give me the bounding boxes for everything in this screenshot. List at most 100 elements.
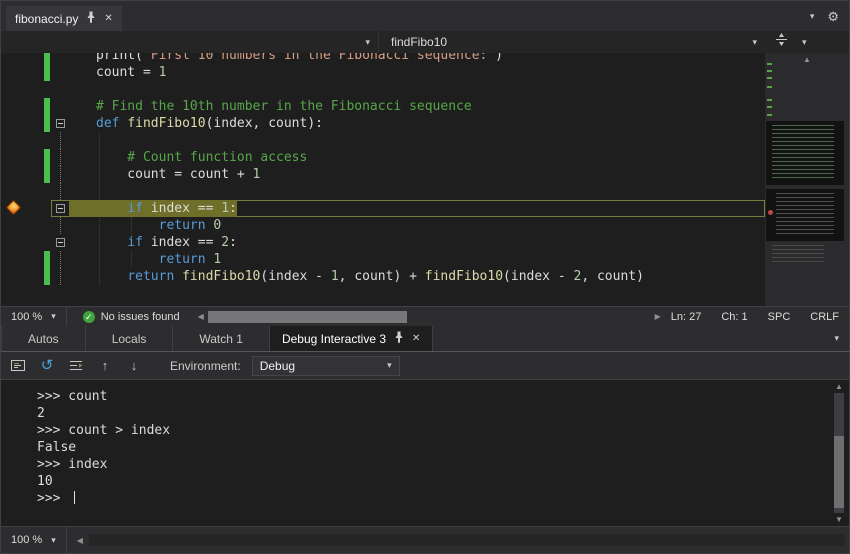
console-prompt-line[interactable]: >>> [37,490,829,507]
panel-zoom-dropdown[interactable]: 100 % ▾ [1,527,67,553]
breakpoint-margin[interactable] [1,183,43,200]
history-icon[interactable] [67,357,85,375]
member-dropdown[interactable]: findFibo10 ▾ [379,31,765,53]
breakpoint-margin[interactable] [1,132,43,149]
outlining-margin[interactable] [53,98,69,115]
reset-repl-icon[interactable]: ↺ [38,357,56,375]
close-tab-icon[interactable]: ✕ [412,334,420,344]
collapse-region-icon[interactable] [56,238,65,247]
code-text[interactable]: return 0 [69,217,765,234]
scroll-right-icon[interactable]: ▶ [651,312,665,321]
chevron-down-icon[interactable]: ▾ [802,37,807,48]
breakpoint-margin[interactable] [1,64,43,81]
scroll-down-icon[interactable]: ▼ [831,515,847,524]
code-text[interactable] [69,183,765,200]
outlining-margin[interactable] [53,81,69,98]
code-viewport[interactable]: print("First 10 numbers in the Fibonacci… [1,53,765,306]
code-text[interactable]: if index == 1: [69,200,765,217]
code-text[interactable]: if index == 2: [69,234,765,251]
code-text[interactable]: count = count + 1 [69,166,765,183]
code-text[interactable] [69,132,765,149]
code-line[interactable]: def findFibo10(index, count): [1,115,765,132]
code-text[interactable]: return 1 [69,251,765,268]
issues-indicator[interactable]: ✓ No issues found [83,311,180,323]
breakpoint-margin[interactable] [1,200,43,217]
split-editor-icon[interactable] [775,33,788,51]
collapse-region-icon[interactable] [56,119,65,128]
vertical-scrollbar[interactable]: ▲ ▼ [832,382,846,524]
scroll-up-icon[interactable]: ▲ [831,382,847,391]
outlining-margin[interactable] [53,166,69,183]
breakpoint-margin[interactable] [1,149,43,166]
breakpoint-margin[interactable] [1,234,43,251]
outlining-margin[interactable] [53,200,69,217]
code-line[interactable] [1,132,765,149]
code-line[interactable]: # Count function access [1,149,765,166]
breakpoint-margin[interactable] [1,251,43,268]
horizontal-scrollbar[interactable] [89,534,845,546]
code-line[interactable]: # Find the 10th number in the Fibonacci … [1,98,765,115]
scrollbar-track[interactable] [208,311,651,323]
breakpoint-margin[interactable] [1,166,43,183]
code-line[interactable]: return 1 [1,251,765,268]
breakpoint-margin[interactable] [1,98,43,115]
close-tab-icon[interactable]: ✕ [104,14,112,24]
pin-icon[interactable] [86,11,96,26]
breakpoint-margin[interactable] [1,53,43,64]
tab-locals[interactable]: Locals [86,326,174,351]
collapse-region-icon[interactable] [56,204,65,213]
tab-watch-1[interactable]: Watch 1 [173,326,270,351]
code-line[interactable] [1,81,765,98]
minimap-scrollbar[interactable]: ▲ [765,53,849,306]
code-line[interactable]: count = 1 [1,64,765,81]
outlining-margin[interactable] [53,132,69,149]
outlining-margin[interactable] [53,149,69,166]
code-line[interactable]: return 0 [1,217,765,234]
code-line[interactable]: count = count + 1 [1,166,765,183]
pin-icon[interactable] [394,331,404,346]
code-line-current-statement[interactable]: if index == 1: [1,200,765,217]
outlining-margin[interactable] [53,115,69,132]
interactive-console[interactable]: >>> count2>>> count > indexFalse>>> inde… [1,380,849,526]
outlining-margin[interactable] [53,268,69,285]
outlining-margin[interactable] [53,53,69,64]
breakpoint-margin[interactable] [1,268,43,285]
outlining-margin[interactable] [53,217,69,234]
scrollbar-thumb[interactable] [208,311,407,323]
code-line[interactable] [1,183,765,200]
zoom-dropdown[interactable]: 100 % ▾ [1,307,67,326]
tab-debug-interactive-3[interactable]: Debug Interactive 3 ✕ [270,326,433,351]
scroll-up-icon[interactable]: ▲ [765,55,849,64]
code-line[interactable]: print("First 10 numbers in the Fibonacci… [1,53,765,64]
code-line[interactable]: return findFibo10(index - 1, count) + fi… [1,268,765,285]
scrollbar-thumb[interactable] [834,436,844,508]
outlining-margin[interactable] [53,64,69,81]
next-command-icon[interactable]: ↓ [125,357,143,375]
code-line[interactable]: if index == 2: [1,234,765,251]
code-text[interactable]: # Count function access [69,149,765,166]
tab-fibonacci-py[interactable]: fibonacci.py ✕ [6,6,122,31]
interactive-window-icon[interactable] [9,357,27,375]
current-statement-glyph-icon[interactable] [6,200,22,216]
code-text[interactable]: print("First 10 numbers in the Fibonacci… [69,53,765,64]
window-menu-chevron-icon[interactable]: ▾ [810,11,815,22]
outlining-margin[interactable] [53,234,69,251]
chevron-down-icon[interactable]: ▾ [834,333,839,344]
code-text[interactable]: return findFibo10(index - 1, count) + fi… [69,268,765,285]
breakpoint-margin[interactable] [1,81,43,98]
tab-autos[interactable]: Autos [1,326,86,351]
breakpoint-margin[interactable] [1,217,43,234]
gear-icon[interactable]: ⚙ [827,10,839,23]
previous-command-icon[interactable]: ↑ [96,357,114,375]
outlining-margin[interactable] [53,183,69,200]
outlining-margin[interactable] [53,251,69,268]
code-text[interactable] [69,81,765,98]
code-text[interactable]: count = 1 [69,64,765,81]
scroll-left-icon[interactable]: ◀ [194,312,208,321]
breakpoint-margin[interactable] [1,115,43,132]
code-text[interactable]: def findFibo10(index, count): [69,115,765,132]
scroll-left-icon[interactable]: ◀ [73,536,87,545]
type-dropdown[interactable]: ▾ [1,31,379,53]
code-text[interactable]: # Find the 10th number in the Fibonacci … [69,98,765,115]
horizontal-scrollbar[interactable]: ◀ ▶ [194,311,665,323]
